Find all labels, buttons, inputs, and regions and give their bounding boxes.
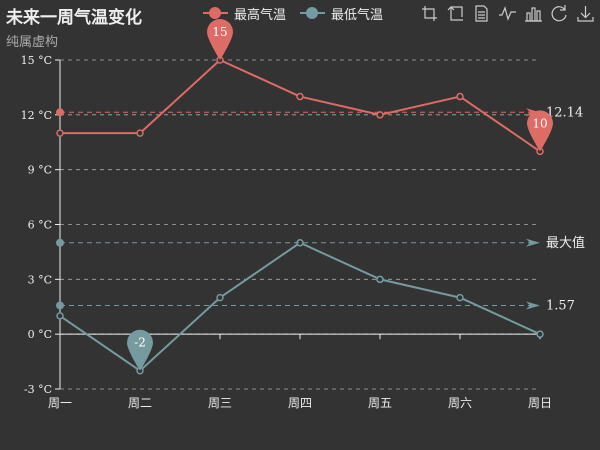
mark-line-label-min: 最大值 [546,235,585,251]
mark-line-label-min: 1.57 [546,298,575,313]
data-point-max [56,129,64,137]
mark-line-start-max [56,108,64,117]
x-tick-label: 周日 [528,396,552,410]
y-tick-label: -3 °C [24,383,52,396]
x-tick-label: 周四 [288,396,312,410]
mark-line-start-min [56,238,64,247]
chart-canvas: -3 °C 0 °C 3 °C 6 °C 9 °C 12 °C 15 °C 周一 周二 周三 周四 周… [21,19,585,410]
x-tick-label: 周六 [448,396,472,410]
data-point-min [376,275,384,284]
y-tick-label: 6 °C [28,219,52,232]
mark-line-start-min [56,301,64,310]
x-tick-label: 周三 [208,396,232,410]
x-tick-label: 周一 [48,396,72,410]
data-point-min [56,312,64,320]
mark-point-label-min: -2 [134,336,146,350]
mark-point-label-max: 15 [212,25,227,39]
data-point-max [296,92,304,101]
x-tick-label: 周五 [368,396,392,410]
y-tick-label: 12 °C [21,109,52,122]
data-point-min [536,330,544,338]
y-tick-label: 15 °C [21,54,52,67]
series-line-max [60,58,541,153]
y-tick-label: 3 °C [28,273,52,286]
data-point-max [136,129,144,137]
data-point-max [456,92,464,101]
y-tick-label: 0 °C [28,328,52,341]
data-point-min [216,293,224,302]
data-point-min [456,293,464,302]
y-tick-label: 9 °C [28,164,52,177]
mark-point-label-max: 10 [532,116,547,130]
x-tick-label: 周二 [128,396,152,410]
